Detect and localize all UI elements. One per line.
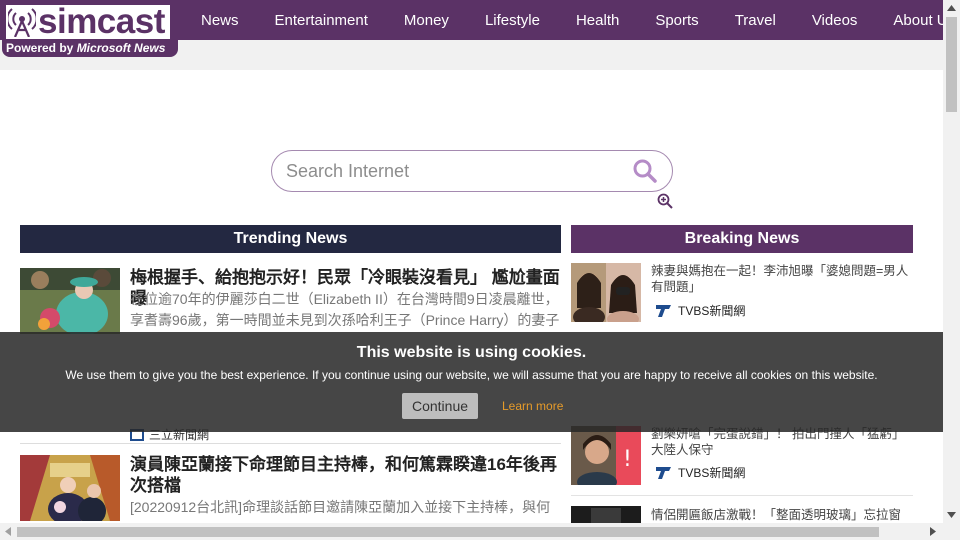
vertical-scroll-thumb[interactable] [946, 17, 957, 112]
nav-item-travel[interactable]: Travel [717, 12, 794, 29]
broadcast-tower-icon [8, 8, 36, 37]
breaking-source-label: TVBS新聞網 [678, 466, 746, 480]
divider [20, 443, 561, 444]
svg-text:!: ! [623, 447, 632, 472]
nav-item-news[interactable]: News [183, 12, 257, 29]
breaking-source-label: TVBS新聞網 [678, 304, 746, 318]
trending-description: [20220912台北訊]命理談話節目邀請陳亞蘭加入並接下主持棒，與何 [130, 499, 551, 515]
logo-badge: simcast [6, 2, 170, 41]
breaking-news-header: Breaking News [571, 225, 913, 253]
powered-by-label: Powered by Microsoft News [6, 41, 165, 55]
nav-item-sports[interactable]: Sports [637, 12, 716, 29]
tvbs-logo-icon [656, 304, 671, 317]
divider [571, 495, 913, 496]
breaking-thumbnail[interactable] [571, 263, 641, 322]
zoom-in-icon[interactable] [657, 193, 673, 209]
nav-item-money[interactable]: Money [386, 12, 467, 29]
breaking-title[interactable]: 辣妻與媽抱在一起！李沛旭曝「婆媳問題=男人有問題」 [651, 263, 913, 295]
trending-thumbnail[interactable] [20, 455, 120, 521]
scroll-down-arrow-icon[interactable] [947, 512, 956, 518]
breaking-source: TVBS新聞網 [655, 302, 745, 319]
horizontal-scroll-thumb[interactable] [17, 527, 879, 537]
nav-item-health[interactable]: Health [558, 12, 637, 29]
tvbs-logo-icon [656, 466, 671, 479]
cookie-message: We use them to give you the best experie… [65, 368, 878, 382]
main-nav: News Entertainment Money Lifestyle Healt… [183, 0, 960, 40]
logo-wordmark: simcast [38, 2, 165, 41]
search-box [271, 150, 673, 192]
horizontal-scrollbar[interactable] [0, 523, 943, 540]
breaking-thumbnail[interactable] [571, 506, 641, 523]
site-logo[interactable]: simcast Powered by Microsoft News [2, 2, 178, 57]
trending-description: 在位逾70年的伊麗莎白二世（Elizabeth II）在台灣時間9日凌晨離世，享… [130, 291, 560, 328]
powered-by-brand: Microsoft News [76, 41, 166, 55]
cookie-continue-button[interactable]: Continue [402, 393, 478, 419]
trending-title[interactable]: 演員陳亞蘭接下命理節目主持棒，和何篤霖睽違16年後再次搭檔 [130, 454, 560, 496]
search-input[interactable] [286, 159, 616, 183]
vertical-scrollbar[interactable] [943, 0, 960, 540]
nav-item-videos[interactable]: Videos [794, 12, 876, 29]
scroll-up-arrow-icon[interactable] [947, 5, 956, 11]
scroll-right-arrow-icon[interactable] [930, 527, 936, 536]
breaking-thumbnail[interactable]: ! [571, 426, 641, 485]
scroll-left-arrow-icon[interactable] [5, 527, 11, 536]
cookie-title: This website is using cookies. [356, 344, 587, 361]
trending-thumbnail[interactable] [20, 268, 120, 334]
cookie-learn-more-link[interactable]: Learn more [502, 399, 563, 413]
nav-item-entertainment[interactable]: Entertainment [257, 12, 386, 29]
powered-by-prefix: Powered by [6, 41, 77, 55]
nav-item-lifestyle[interactable]: Lifestyle [467, 12, 558, 29]
cookie-banner: This website is using cookies. We use th… [0, 332, 943, 432]
breaking-source: TVBS新聞網 [655, 464, 745, 481]
search-icon[interactable] [632, 158, 658, 184]
trending-news-header: Trending News [20, 225, 561, 253]
